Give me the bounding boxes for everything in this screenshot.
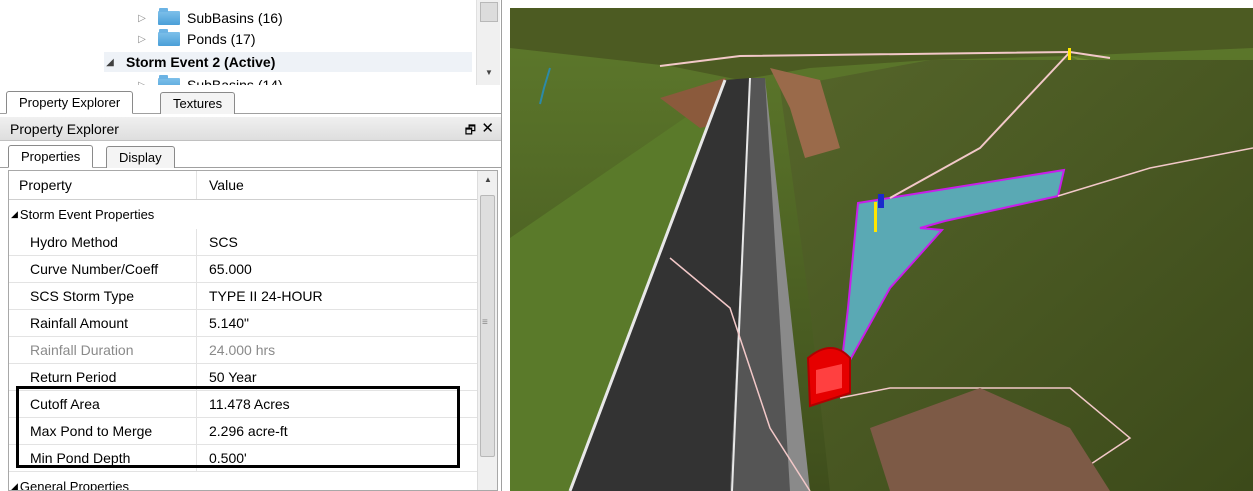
terrain-scene (510, 8, 1253, 491)
3d-viewport[interactable] (510, 8, 1253, 491)
tree-item-label: Storm Event 2 (Active) (126, 54, 276, 70)
property-name: Hydro Method (9, 229, 197, 255)
property-row-rainfall-duration: Rainfall Duration 24.000 hrs (9, 337, 478, 364)
project-tree: ▷ SubBasins (16) ▷ Ponds (17) ◢ Storm Ev… (0, 0, 501, 85)
property-value[interactable]: 65.000 (197, 256, 478, 282)
property-value[interactable]: SCS (197, 229, 478, 255)
tree-item-subbasins[interactable]: ▷ SubBasins (16) (136, 8, 283, 28)
column-header-property[interactable]: Property (9, 171, 197, 199)
marker-icon (874, 202, 877, 232)
property-name: Curve Number/Coeff (9, 256, 197, 282)
property-explorer-header: Property Explorer 🗗 ✕ (0, 117, 501, 142)
category-label: Storm Event Properties (19, 207, 155, 222)
marker-icon (1068, 48, 1071, 60)
outer-tab-strip: Property Explorer Textures (0, 90, 501, 114)
scrollbar-grip-icon: ≡ (482, 317, 488, 328)
collapse-arrow-icon[interactable]: ◢ (11, 209, 18, 220)
tab-textures[interactable]: Textures (160, 92, 236, 114)
highlight-box (16, 386, 460, 468)
folder-icon (158, 29, 180, 46)
category-label: General Properties (19, 479, 130, 491)
column-header-value[interactable]: Value (197, 171, 478, 199)
tree-item-label: SubBasins (16) (187, 10, 283, 26)
category-storm-event-properties[interactable]: ◢ Storm Event Properties (9, 201, 478, 228)
gauge-icon (878, 194, 884, 208)
property-row-hydro-method[interactable]: Hydro Method SCS (9, 229, 478, 256)
collapse-arrow-icon[interactable]: ◢ (104, 57, 116, 68)
expand-arrow-icon[interactable]: ▷ (136, 34, 148, 45)
tree-item-subbasins-2[interactable]: ▷ SubBasins (14) (136, 75, 283, 85)
tree-item-ponds[interactable]: ▷ Ponds (17) (136, 29, 255, 49)
property-name: Rainfall Amount (9, 310, 197, 336)
expand-arrow-icon[interactable]: ▷ (136, 13, 148, 24)
folder-icon (158, 75, 180, 85)
panel-title: Property Explorer (10, 120, 119, 137)
scrollbar-thumb[interactable] (480, 2, 498, 22)
pin-icon[interactable]: 🗗 (465, 121, 476, 142)
grid-header-row: Property Value (9, 171, 478, 200)
property-name: SCS Storm Type (9, 283, 197, 309)
property-row-rainfall-amount[interactable]: Rainfall Amount 5.140" (9, 310, 478, 337)
tree-item-label: Ponds (17) (187, 31, 256, 47)
collapse-arrow-icon[interactable]: ◢ (11, 481, 18, 490)
property-row-curve-number[interactable]: Curve Number/Coeff 65.000 (9, 256, 478, 283)
scroll-up-icon[interactable]: ▲ (478, 175, 497, 184)
tab-display[interactable]: Display (106, 146, 175, 168)
tree-item-label: SubBasins (14) (187, 77, 283, 85)
tab-property-explorer[interactable]: Property Explorer (6, 91, 134, 114)
expand-arrow-icon[interactable]: ▷ (136, 80, 148, 86)
property-value[interactable]: TYPE II 24-HOUR (197, 283, 478, 309)
property-row-scs-storm-type[interactable]: SCS Storm Type TYPE II 24-HOUR (9, 283, 478, 310)
property-value: 24.000 hrs (209, 342, 276, 358)
left-panel: ▷ SubBasins (16) ▷ Ponds (17) ◢ Storm Ev… (0, 0, 502, 491)
category-general-properties[interactable]: ◢ General Properties (9, 473, 478, 491)
folder-icon (158, 8, 180, 25)
tree-item-storm-event-2[interactable]: ◢ Storm Event 2 (Active) (104, 52, 472, 72)
property-value[interactable]: 5.140" (197, 310, 478, 336)
grid-scrollbar[interactable]: ▲ ≡ (477, 171, 497, 490)
inner-tab-strip: Properties Display (0, 144, 501, 168)
tree-scrollbar[interactable]: ▼ (476, 0, 500, 85)
close-icon[interactable]: ✕ (481, 119, 494, 137)
property-name: Rainfall Duration (9, 337, 197, 363)
tab-properties[interactable]: Properties (8, 145, 94, 168)
scroll-down-icon[interactable]: ▼ (477, 68, 501, 77)
